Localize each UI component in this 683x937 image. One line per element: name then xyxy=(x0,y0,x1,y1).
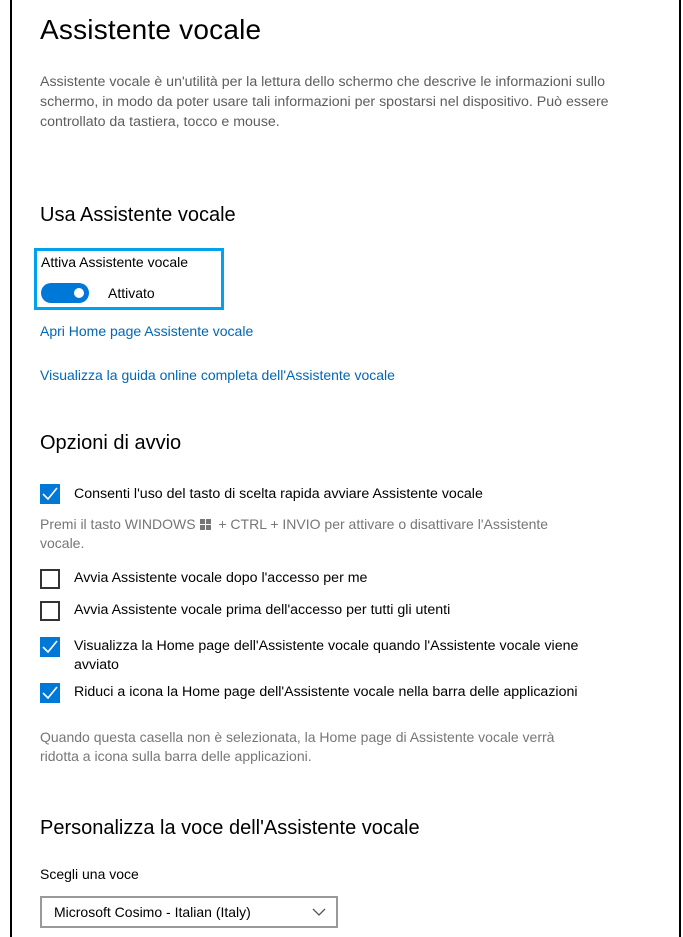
open-narrator-home-link[interactable]: Apri Home page Assistente vocale xyxy=(40,323,253,339)
voice-select-label: Scegli una voce xyxy=(40,866,139,882)
startup-options-heading: Opzioni di avvio xyxy=(40,432,182,454)
toggle-knob xyxy=(74,288,84,298)
narrator-toggle-state: Attivato xyxy=(108,285,155,301)
narrator-guide-link[interactable]: Visualizza la guida online completa dell… xyxy=(40,367,395,383)
checkmark-icon xyxy=(42,686,58,700)
use-narrator-heading: Usa Assistente vocale xyxy=(40,204,236,226)
start-before-signin-label: Avvia Assistente vocale prima dell'acces… xyxy=(74,602,451,618)
checkmark-icon xyxy=(42,487,58,501)
voice-select-value: Microsoft Cosimo - Italian (Italy) xyxy=(54,904,251,920)
start-after-signin-label: Avvia Assistente vocale dopo l'accesso p… xyxy=(74,570,368,586)
page-title: Assistente vocale xyxy=(40,14,262,45)
show-home-checkbox[interactable] xyxy=(40,637,60,657)
narrator-toggle[interactable] xyxy=(41,283,89,303)
narrator-toggle-label: Attiva Assistente vocale xyxy=(41,254,189,270)
page-description: Assistente vocale è un'utilità per la le… xyxy=(40,74,609,130)
start-before-signin-checkbox[interactable] xyxy=(40,601,60,621)
voice-settings-heading: Personalizza la voce dell'Assistente voc… xyxy=(40,817,420,839)
voice-select[interactable]: Microsoft Cosimo - Italian (Italy) xyxy=(40,896,338,928)
shortcut-key-checkbox[interactable] xyxy=(40,484,60,504)
shortcut-help-text: Premi il tasto WINDOWS + CTRL + INVIO pe… xyxy=(40,515,580,553)
minimize-home-label: Riduci a icona la Home page dell'Assiste… xyxy=(74,684,578,700)
start-after-signin-checkbox[interactable] xyxy=(40,569,60,589)
settings-panel: Assistente vocale Assistente vocale è un… xyxy=(10,0,681,937)
windows-logo-icon xyxy=(200,519,212,530)
shortcut-key-label: Consenti l'uso del tasto di scelta rapid… xyxy=(74,486,483,502)
show-home-label: Visualizza la Home page dell'Assistente … xyxy=(74,638,579,673)
minimize-help-text: Quando questa casella non è selezionata,… xyxy=(40,729,555,764)
checkmark-icon xyxy=(42,640,58,654)
minimize-home-checkbox[interactable] xyxy=(40,683,60,703)
chevron-down-icon xyxy=(312,908,326,916)
shortcut-help-before: Premi il tasto WINDOWS xyxy=(40,516,196,532)
